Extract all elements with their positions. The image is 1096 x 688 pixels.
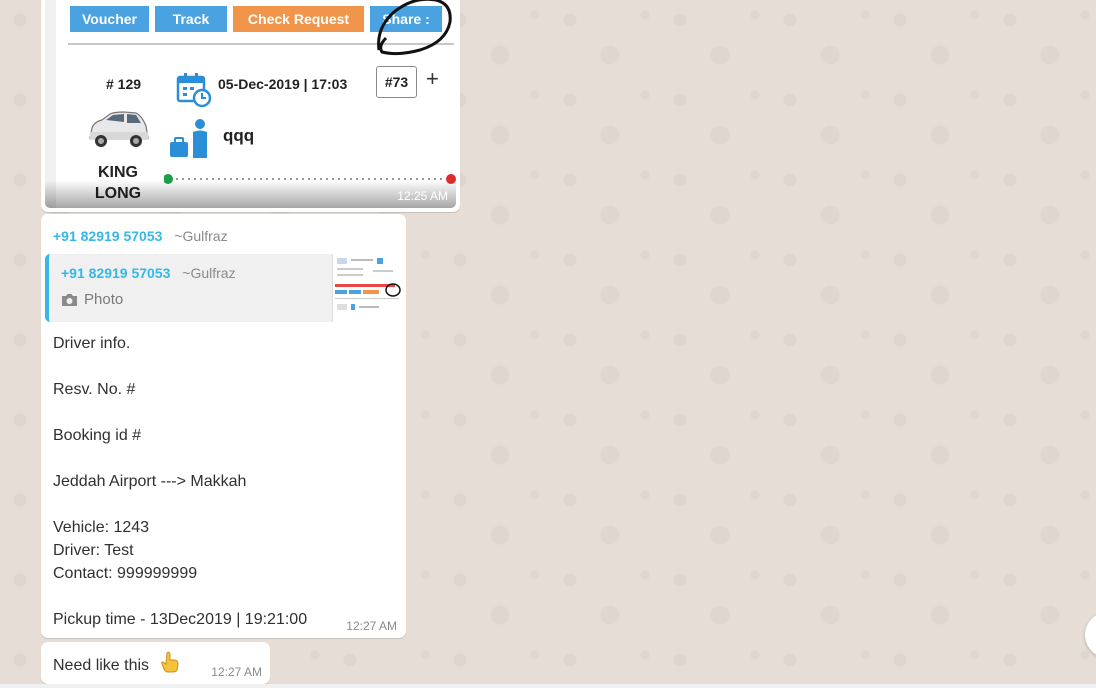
text-message[interactable]: +91 82919 57053 ~Gulfraz +91 82919 57053… — [41, 214, 406, 638]
hand-drawn-circle — [377, 0, 452, 56]
image-message[interactable]: Voucher Track Check Request Share : # 12… — [41, 0, 460, 212]
message-time: 12:25 AM — [397, 189, 448, 203]
sender-header: +91 82919 57053 ~Gulfraz — [53, 228, 228, 244]
shared-image[interactable]: Voucher Track Check Request Share : # 12… — [45, 0, 456, 208]
message-text-row: Need like this — [53, 651, 180, 675]
photo-label: Photo — [84, 291, 124, 308]
quoted-phone: +91 82919 57053 — [61, 265, 171, 281]
sender-alias: ~Gulfraz — [174, 228, 228, 244]
text-message-short[interactable]: Need like this 12:27 AM — [41, 642, 270, 684]
track-button: Track — [155, 6, 227, 32]
reservation-number: # 129 — [106, 76, 142, 92]
message-time: 12:27 AM — [211, 665, 262, 679]
message-body: Driver info. Resv. No. # Booking id # Je… — [53, 335, 308, 628]
camera-icon — [62, 293, 77, 306]
passenger-name: qqq — [223, 126, 255, 145]
booking-datetime: 05-Dec-2019 | 17:03 — [218, 76, 348, 92]
quoted-alias: ~Gulfraz — [182, 265, 236, 281]
check-request-button: Check Request — [233, 6, 364, 32]
quoted-message[interactable]: +91 82919 57053 ~Gulfraz Photo — [45, 254, 402, 322]
count-badge: #73 — [376, 66, 417, 98]
pointing-hand-icon — [160, 651, 179, 673]
plus-icon: + — [426, 66, 439, 91]
composer-edge — [0, 684, 1096, 688]
image-shade — [45, 180, 456, 208]
quoted-sender: +91 82919 57053 ~Gulfraz — [61, 265, 236, 281]
car-icon — [89, 111, 149, 147]
voucher-button: Voucher — [70, 6, 149, 32]
sender-phone[interactable]: +91 82919 57053 — [53, 228, 162, 244]
screenshot-content: Voucher Track Check Request Share : # 12… — [56, 0, 456, 208]
passenger-luggage-icon — [170, 119, 207, 158]
message-text: Need like this — [53, 657, 150, 674]
message-time: 12:27 AM — [346, 619, 397, 633]
quoted-thumbnail — [332, 254, 402, 322]
thumbnail-preview — [335, 258, 401, 310]
quoted-media-label: Photo — [61, 291, 123, 308]
calendar-clock-icon — [176, 73, 212, 108]
